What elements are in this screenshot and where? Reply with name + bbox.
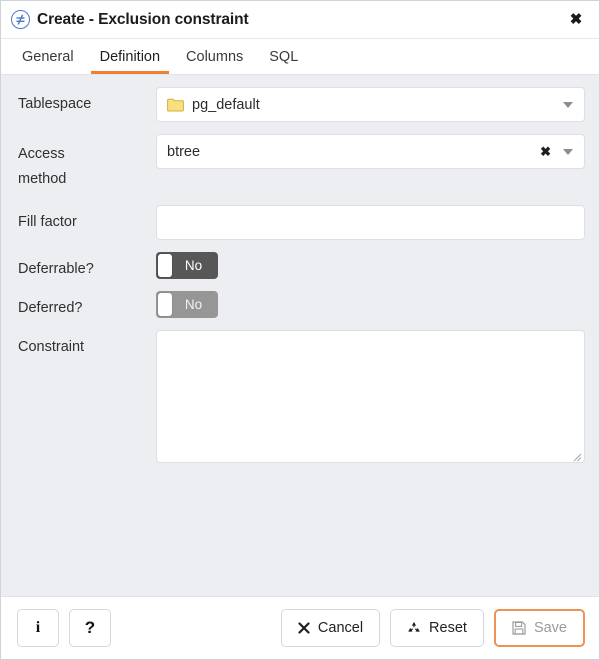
tablespace-row: Tablespace pg_default [18, 87, 585, 122]
clear-icon[interactable]: ✖ [534, 145, 557, 158]
chevron-down-icon[interactable] [563, 101, 573, 108]
access-method-value: btree [167, 143, 201, 160]
dialog-titlebar: Create - Exclusion constraint ✖ [1, 1, 599, 39]
create-exclusion-constraint-dialog: Create - Exclusion constraint ✖ General … [0, 0, 600, 660]
chevron-down-icon[interactable] [563, 148, 573, 155]
recycle-icon [407, 621, 421, 635]
deferred-toggle-label: No [184, 297, 203, 312]
cancel-button[interactable]: Cancel [280, 609, 381, 647]
reset-button-label: Reset [429, 620, 467, 636]
tab-sql[interactable]: SQL [256, 39, 311, 74]
fill-factor-field [156, 205, 585, 240]
tab-bar: General Definition Columns SQL [1, 39, 599, 75]
fill-factor-input[interactable] [156, 205, 585, 240]
close-icon[interactable]: ✖ [565, 9, 587, 31]
help-button[interactable]: ? [69, 609, 111, 647]
access-method-label-line2: method [18, 171, 67, 187]
definition-form: Tablespace pg_default Access method btre… [1, 75, 599, 596]
tablespace-value: pg_default [192, 96, 260, 113]
tablespace-field: pg_default [156, 87, 585, 122]
cancel-button-label: Cancel [317, 620, 364, 636]
deferrable-row: Deferrable? No [18, 252, 585, 279]
constraint-textarea[interactable] [156, 330, 585, 463]
tab-definition[interactable]: Definition [87, 39, 173, 74]
info-icon: i [35, 619, 41, 636]
tab-general[interactable]: General [9, 39, 87, 74]
floppy-disk-icon [512, 621, 526, 635]
fill-factor-row: Fill factor [18, 205, 585, 240]
constraint-row: Constraint [18, 330, 585, 463]
constraint-label: Constraint [18, 339, 85, 355]
deferrable-field: No [156, 252, 585, 279]
toggle-knob [158, 293, 172, 316]
folder-icon [167, 98, 184, 112]
access-method-row: Access method btree ✖ [18, 134, 585, 192]
dialog-title: Create - Exclusion constraint [37, 10, 249, 28]
constraint-field [156, 330, 585, 463]
deferrable-toggle-label: No [184, 258, 203, 273]
deferred-toggle[interactable]: No [156, 291, 218, 318]
dialog-footer: i ? Cancel Reset Save [1, 596, 599, 659]
toggle-knob [158, 254, 172, 277]
access-method-field: btree ✖ [156, 134, 585, 169]
tablespace-label: Tablespace [18, 96, 92, 112]
deferrable-toggle[interactable]: No [156, 252, 218, 279]
exclusion-constraint-icon [11, 10, 30, 29]
question-mark-icon: ? [84, 618, 96, 637]
reset-button[interactable]: Reset [390, 609, 484, 647]
deferred-row: Deferred? No [18, 291, 585, 318]
fill-factor-label: Fill factor [18, 214, 77, 230]
tab-columns[interactable]: Columns [173, 39, 256, 74]
deferred-field: No [156, 291, 585, 318]
cross-icon [298, 622, 310, 634]
tablespace-select[interactable]: pg_default [156, 87, 585, 122]
save-button-label: Save [533, 620, 567, 636]
deferrable-label: Deferrable? [18, 261, 94, 277]
access-method-select[interactable]: btree ✖ [156, 134, 585, 169]
access-method-label-line1: Access [18, 146, 65, 162]
save-button[interactable]: Save [493, 609, 585, 647]
info-button[interactable]: i [17, 609, 59, 647]
resize-handle[interactable] [571, 449, 582, 462]
access-method-label: Access method [18, 134, 156, 192]
deferred-label: Deferred? [18, 300, 83, 316]
